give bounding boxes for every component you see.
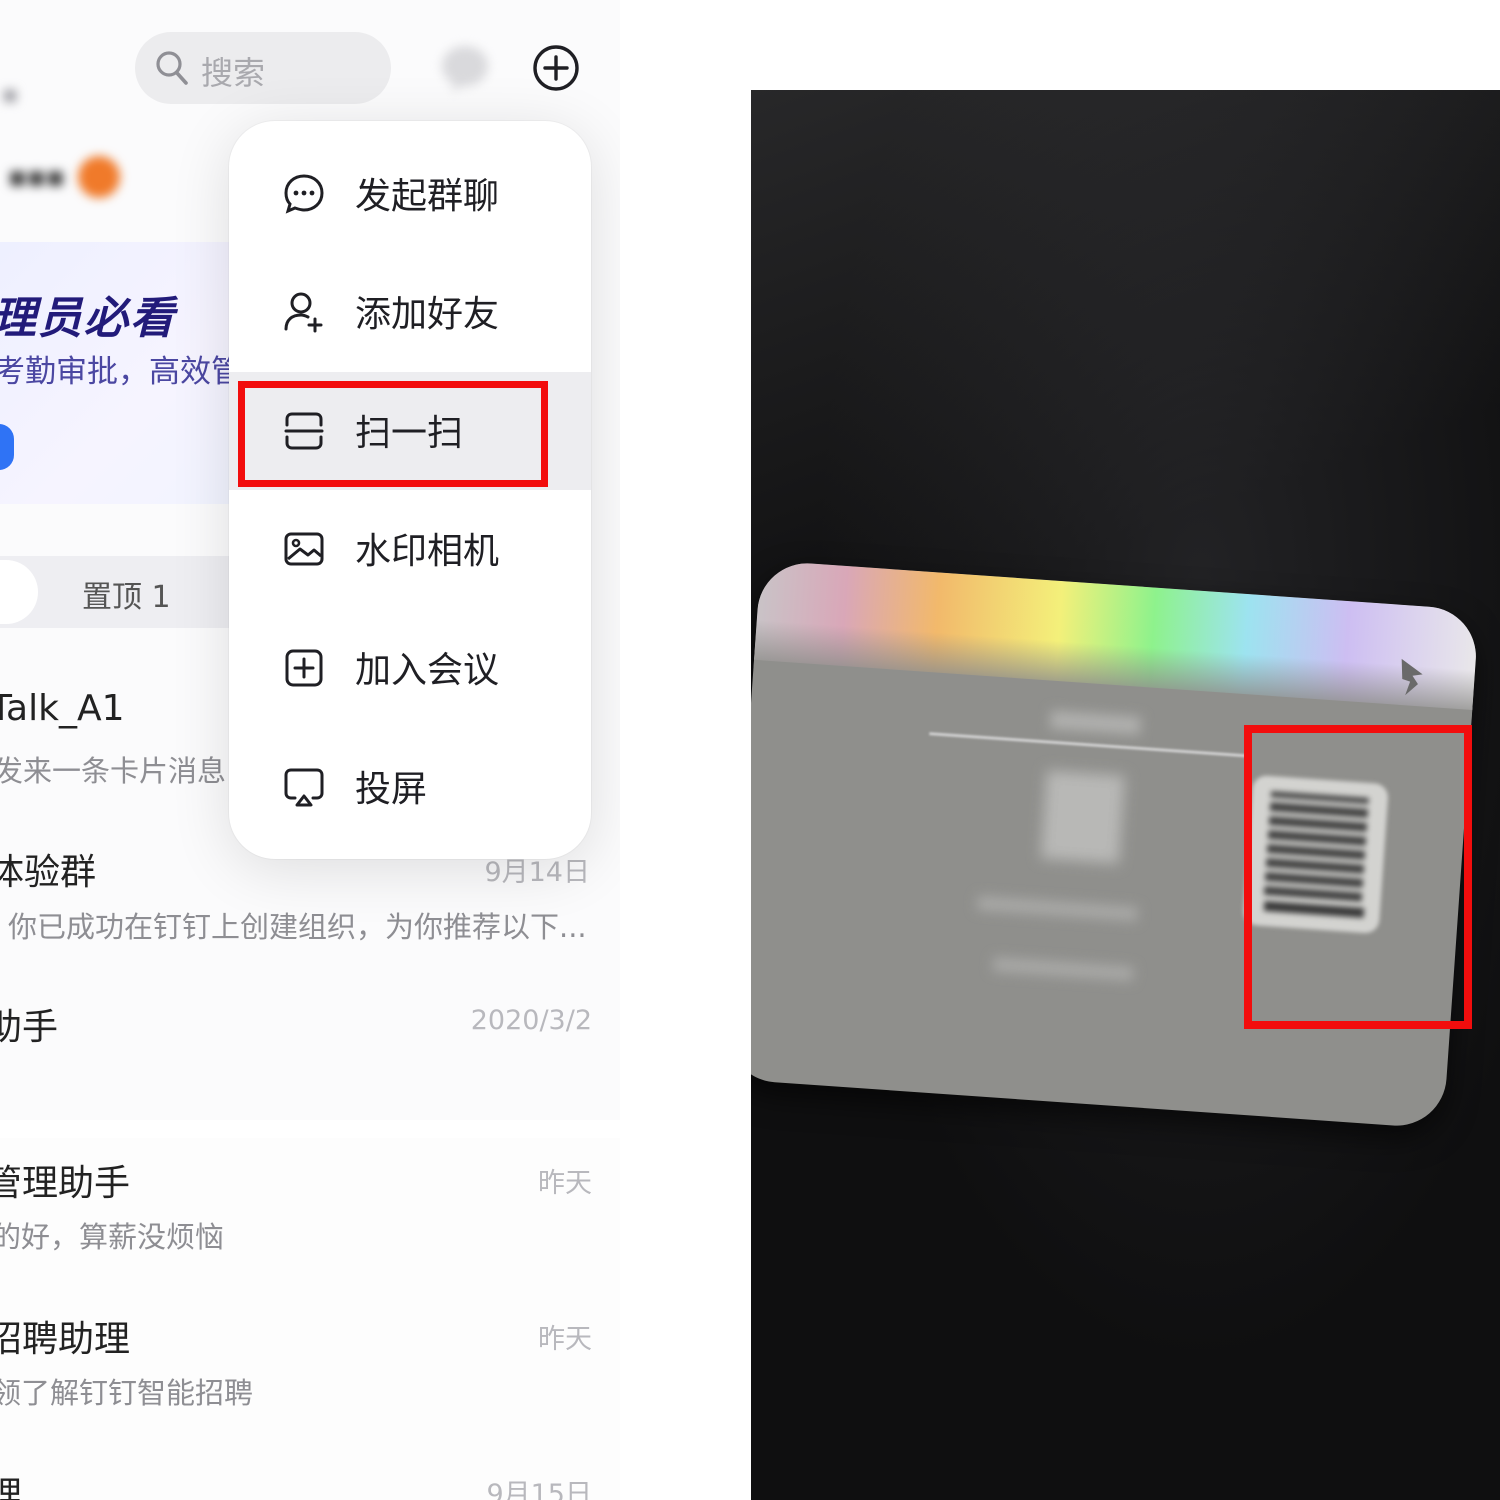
menu-item-screen-cast[interactable]: 投屏	[229, 728, 591, 846]
search-placeholder: 搜索	[201, 54, 266, 92]
menu-item-label: 投屏	[355, 769, 428, 810]
chat-time: 9月15日	[486, 1479, 592, 1500]
plus-circle-icon[interactable]	[532, 44, 580, 92]
menu-item-group-chat[interactable]: 发起群聊	[229, 135, 591, 253]
menu-item-watermark-camera[interactable]: 水印相机	[229, 490, 591, 608]
card-blurred-text	[992, 957, 1134, 981]
section-divider	[0, 1120, 620, 1138]
blurred-todo-label: ▪▪▪	[8, 160, 65, 193]
menu-item-label: 水印相机	[355, 531, 500, 572]
dingtalk-logo-icon	[1401, 658, 1423, 696]
watermark-camera-icon	[284, 532, 324, 566]
blurred-org-name: ▪	[2, 80, 19, 108]
chat-title[interactable]: 招聘助理	[0, 1310, 130, 1362]
add-friend-icon	[284, 292, 323, 333]
chat-title[interactable]: Talk_A1	[0, 688, 124, 729]
chat-preview: 的好，算薪没烦恼	[0, 1220, 225, 1254]
chat-preview: 领了解钉钉智能招聘	[0, 1376, 254, 1410]
chat-title[interactable]: 助手	[0, 998, 58, 1050]
chat-title[interactable]: 管理助手	[0, 1154, 130, 1206]
card-divider-line	[929, 732, 1249, 758]
screen-cast-icon	[284, 768, 324, 807]
menu-item-label: 加入会议	[355, 650, 500, 691]
card-blurred-text	[977, 895, 1138, 922]
gutter	[620, 0, 750, 1500]
banner-subtitle: 考勤审批，高效管	[0, 354, 242, 390]
chat-title[interactable]: 体验群	[0, 843, 96, 895]
menu-item-join-meeting[interactable]: 加入会议	[229, 609, 591, 727]
chat-time: 2020/3/2	[470, 1005, 592, 1036]
chat-preview: 你已成功在钉钉上创建组织，为你推荐以下...	[8, 910, 587, 944]
chat-bubble-icon[interactable]	[440, 44, 490, 92]
menu-item-label: 添加好友	[355, 294, 500, 335]
card-center-blurred-qr	[1040, 770, 1125, 864]
banner-title: 理员必看	[0, 293, 176, 344]
chat-time: 昨天	[538, 1168, 592, 1199]
chat-title[interactable]: 理	[0, 1466, 22, 1500]
chat-time: 昨天	[538, 1324, 592, 1355]
chat-preview: 发来一条卡片消息	[0, 754, 227, 788]
add-popup-menu: 发起群聊 添加好友 扫一扫 水印相机 加入会议 投屏	[229, 121, 591, 859]
menu-item-label: 发起群聊	[355, 176, 500, 217]
todo-badge	[78, 156, 120, 198]
group-chat-icon	[284, 174, 324, 214]
menu-item-add-friend[interactable]: 添加好友	[229, 253, 591, 371]
search-bar[interactable]: 搜索	[135, 32, 391, 104]
search-icon	[156, 51, 188, 85]
highlight-box-qr	[1244, 725, 1472, 1029]
app-screenshot-panel: 搜索 ▪ ▪▪▪ 理员必看 考勤审批，高效管 置顶 1 Talk_A1 发来一条…	[0, 0, 620, 1500]
tab-pinned[interactable]: 置顶 1	[82, 572, 171, 616]
card-blurred-title	[1049, 710, 1141, 735]
join-meeting-icon	[285, 649, 323, 687]
highlight-box-scan	[238, 381, 548, 487]
